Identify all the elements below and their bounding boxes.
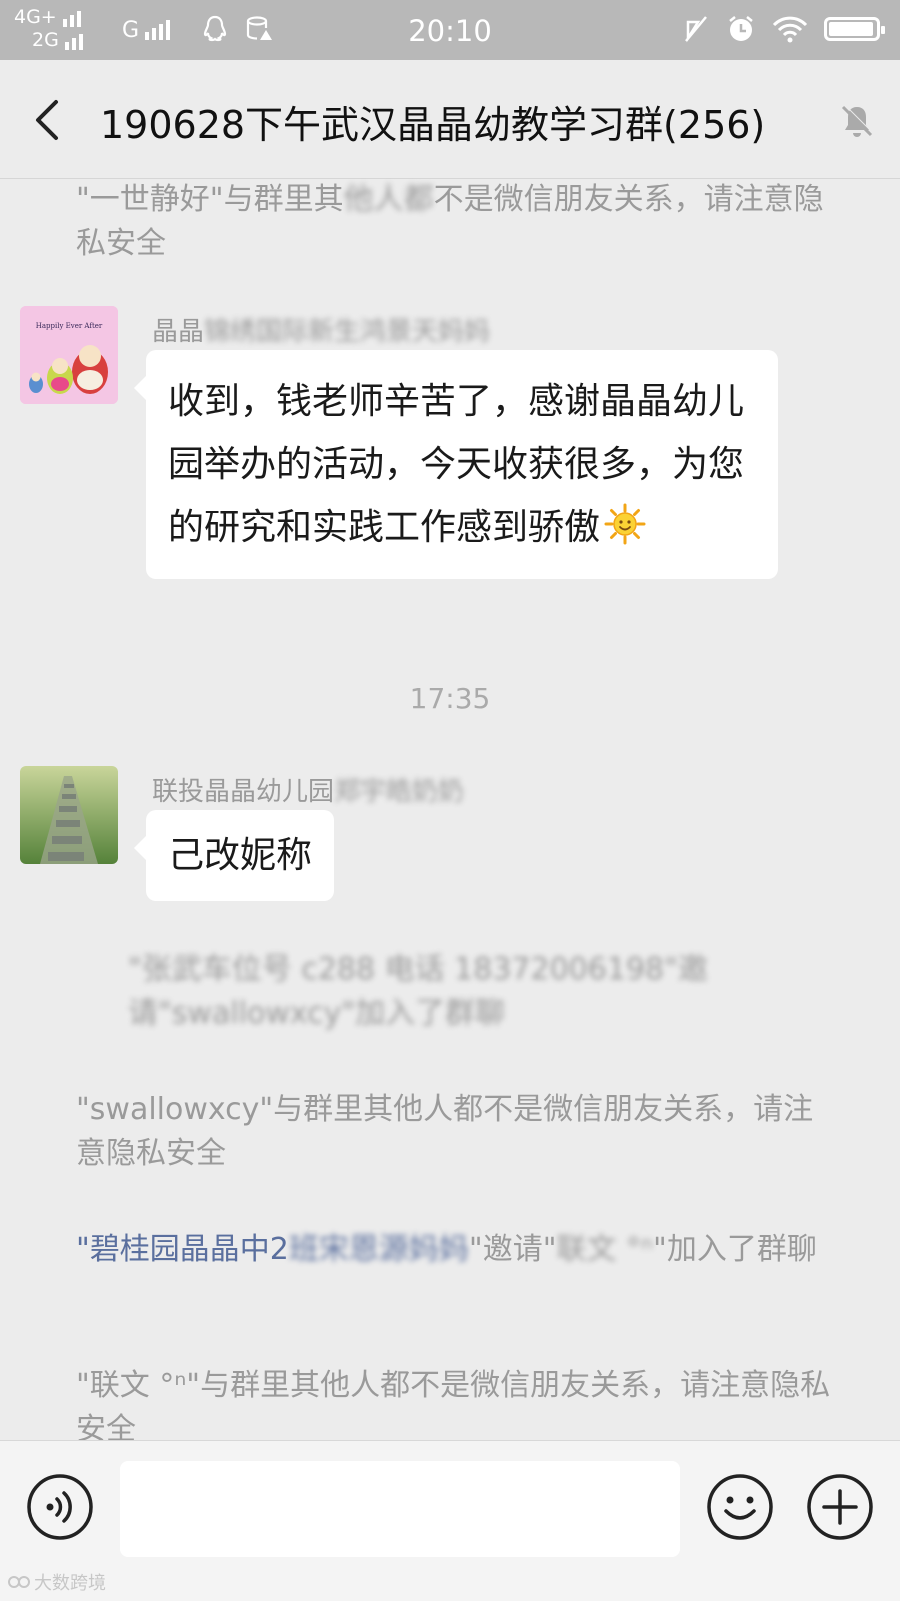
voice-icon[interactable] <box>26 1473 94 1541</box>
plus-icon[interactable] <box>806 1473 874 1541</box>
message-text: 己改妮称 <box>168 835 313 876</box>
system-notice: "一世静好"与群里其他人都不是微信朋友关系，请注意隐私安全 <box>76 182 824 261</box>
sender-name: 晶晶锦绣国际新生鸿景天妈妈 <box>152 317 491 347</box>
alarm-icon <box>729 16 753 41</box>
bell-muted-icon <box>841 104 874 137</box>
chat-header: 190628下午武汉晶晶幼教学习群(256) <box>0 60 900 179</box>
system-notice: "张武车位号 c288 电话 18372006198"邀请"swallowxcy… <box>128 952 708 1031</box>
system-notice: "swallowxcy"与群里其他人都不是微信朋友关系，请注意隐私安全 <box>76 1092 814 1171</box>
vibrate-off-icon <box>685 16 707 43</box>
chat-title[interactable]: 190628下午武汉晶晶幼教学习群(256) <box>100 94 765 149</box>
message-text: 收到，钱老师辛苦了，感谢晶晶幼儿园举办的活动，今天收获很多，为您的研究和实践工作… <box>168 381 745 548</box>
status-bar: 4G+ 2G G 20:10 <box>0 0 900 60</box>
watermark: 大数跨境 <box>8 1569 106 1595</box>
wifi-icon <box>772 16 808 43</box>
member-link[interactable]: 碧桂园晶晶中2 <box>90 1232 289 1267</box>
chevron-left-icon[interactable] <box>30 96 66 144</box>
input-bar: 大数跨境 <box>0 1440 900 1601</box>
battery-icon <box>824 17 885 41</box>
sender-name: 联投晶晶幼儿园郑宇皓奶奶 <box>152 777 465 807</box>
system-notice: "碧桂园晶晶中2班宋恩源妈妈"邀请"联文 °ⁿ"加入了群聊 <box>76 1232 817 1267</box>
message-bubble[interactable]: 己改妮称 <box>133 810 335 901</box>
message-bubble[interactable]: 收到，钱老师辛苦了，感谢晶晶幼儿园举办的活动，今天收获很多，为您的研究和实践工作… <box>134 350 778 579</box>
battery-level <box>829 22 873 36</box>
avatar[interactable]: Happily Ever After <box>20 306 118 404</box>
avatar-image <box>20 766 118 864</box>
message-input[interactable] <box>120 1461 680 1557</box>
chat-messages[interactable]: "一世静好"与群里其他人都不是微信朋友关系，请注意隐私安全 Happily Ev… <box>0 178 900 1440</box>
avatar[interactable] <box>20 766 118 864</box>
sun-emoji-icon <box>604 503 646 545</box>
watermark-logo-icon <box>8 1576 30 1588</box>
message-timestamp: 17:35 <box>409 682 491 715</box>
svg-text:Happily Ever After: Happily Ever After <box>36 322 103 330</box>
system-notice: "联文 °ⁿ"与群里其他人都不是微信朋友关系，请注意隐私安全 <box>76 1368 831 1440</box>
status-right-icons <box>682 14 885 44</box>
avatar-image: Happily Ever After <box>20 306 118 404</box>
emoji-icon[interactable] <box>706 1473 774 1541</box>
